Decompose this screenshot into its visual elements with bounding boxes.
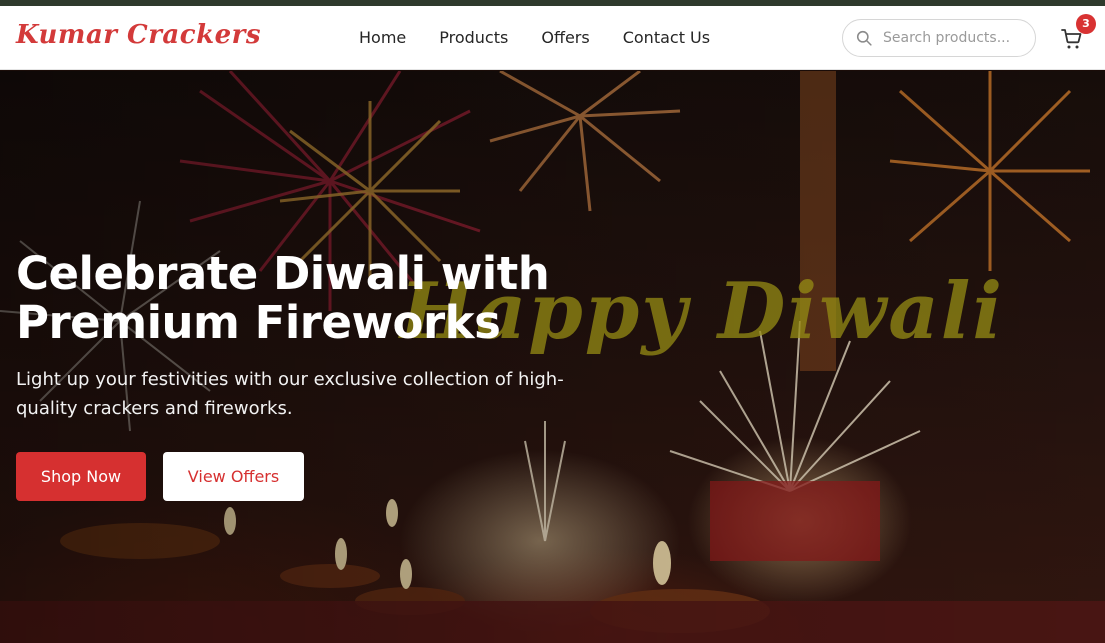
search-input[interactable] <box>883 28 1023 48</box>
hero-title: Celebrate Diwali with Premium Fireworks <box>16 247 550 349</box>
shop-now-button[interactable]: Shop Now <box>16 452 146 501</box>
search-box[interactable] <box>842 19 1036 57</box>
main-nav: Home Products Offers Contact Us <box>359 28 743 48</box>
nav-contact-us[interactable]: Contact Us <box>623 28 710 48</box>
brand-logo[interactable]: Kumar Crackers <box>16 20 261 50</box>
cart-count-badge: 3 <box>1076 14 1096 34</box>
site-header: Kumar Crackers Home Products Offers Cont… <box>0 6 1105 70</box>
nav-offers[interactable]: Offers <box>541 28 589 48</box>
nav-products[interactable]: Products <box>439 28 508 48</box>
search-icon <box>856 30 872 46</box>
nav-home[interactable]: Home <box>359 28 406 48</box>
hero-banner: Happy Diwali Celebrate Diwali with Premi… <box>0 71 1105 643</box>
hero-subtitle: Light up your festivities with our exclu… <box>16 369 564 419</box>
hero-overlay <box>0 71 1105 643</box>
view-offers-button[interactable]: View Offers <box>163 452 304 501</box>
